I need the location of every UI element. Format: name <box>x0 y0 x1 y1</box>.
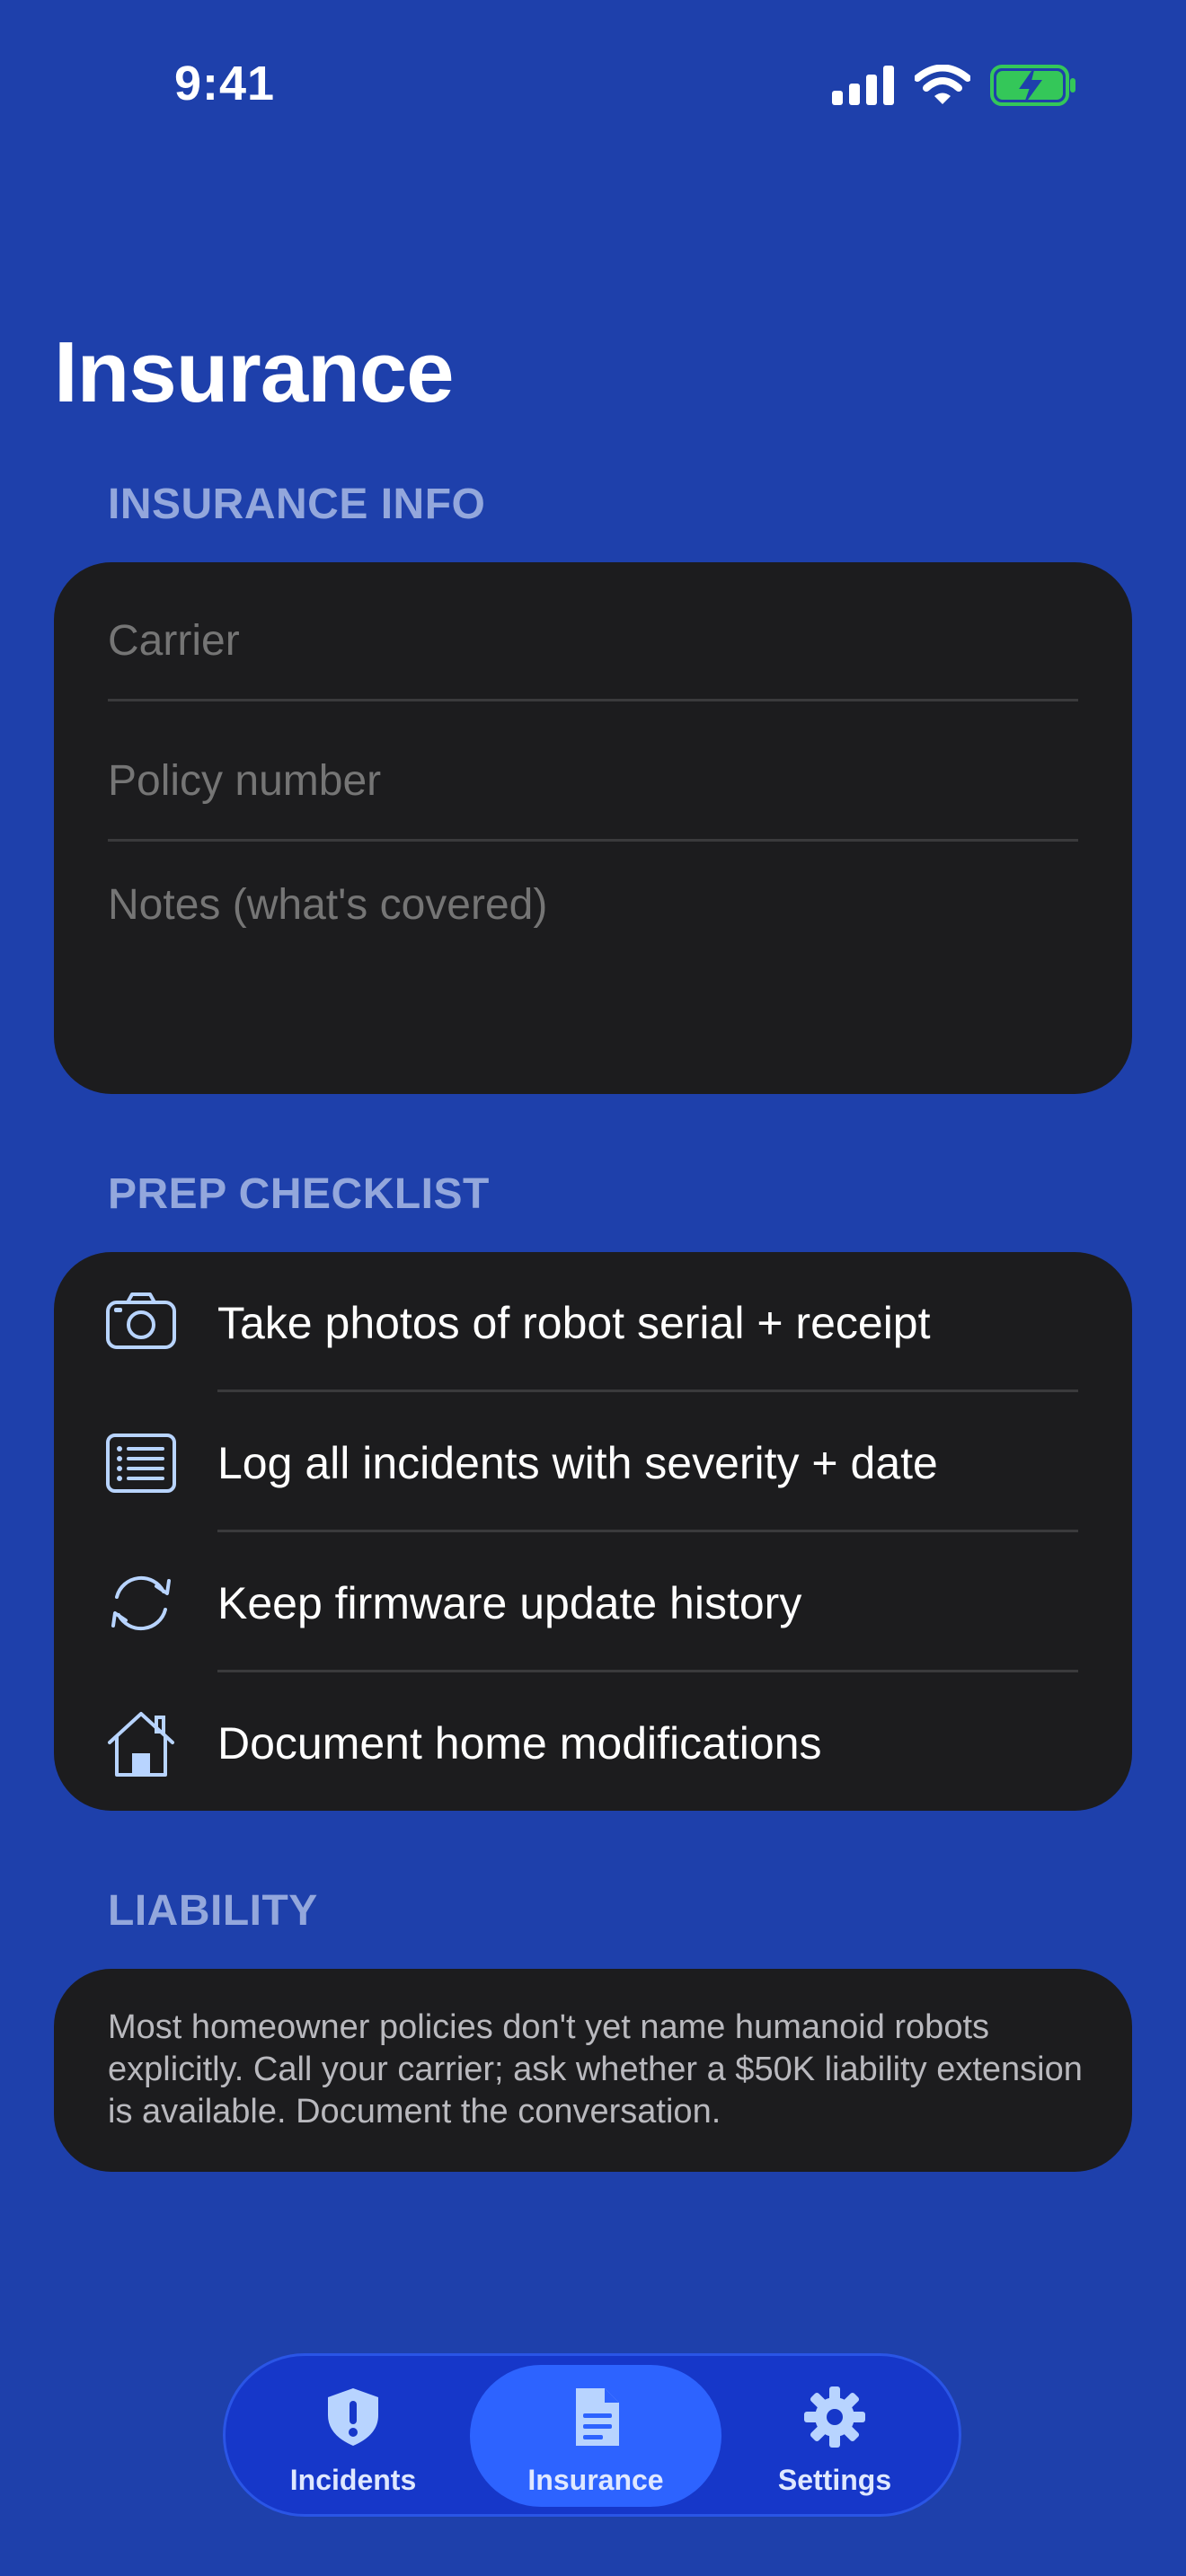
tab-incidents[interactable]: Incidents <box>227 2365 479 2507</box>
gear-icon <box>804 2386 865 2448</box>
tab-label: Settings <box>777 2464 892 2496</box>
liability-card: Most homeowner policies don't yet name h… <box>54 1969 1132 2172</box>
divider <box>108 699 1078 701</box>
divider <box>108 839 1078 842</box>
insurance-info-card <box>54 562 1132 1094</box>
checklist-item-label: Log all incidents with severity + date <box>217 1438 938 1488</box>
checklist-item-label: Keep firmware update history <box>217 1578 802 1628</box>
carrier-field[interactable] <box>108 609 1078 672</box>
tab-bar: Incidents Insurance Settings <box>223 2353 961 2517</box>
page-title: Insurance <box>54 324 455 420</box>
tab-label: Incidents <box>289 2464 417 2496</box>
checklist-item[interactable]: Keep firmware update history <box>54 1532 1132 1672</box>
camera-icon <box>106 1292 176 1349</box>
status-time: 9:41 <box>174 57 276 110</box>
notes-field[interactable] <box>108 880 1078 1060</box>
shield-exclamation-icon <box>328 2388 378 2446</box>
policy-number-field[interactable] <box>108 749 1078 812</box>
checklist-item[interactable]: Take photos of robot serial + receipt <box>54 1252 1132 1392</box>
battery-charging-icon <box>990 65 1075 106</box>
prep-checklist-header: PREP CHECKLIST <box>108 1170 490 1218</box>
checklist-item-label: Document home modifications <box>217 1718 822 1769</box>
liability-header: LIABILITY <box>108 1887 318 1935</box>
insurance-info-header: INSURANCE INFO <box>108 481 486 528</box>
checklist-item-label: Take photos of robot serial + receipt <box>217 1298 931 1348</box>
list-icon <box>106 1434 176 1493</box>
home-icon <box>108 1712 174 1777</box>
prep-checklist-card: Take photos of robot serial + receipt Lo… <box>54 1252 1132 1811</box>
checklist-item[interactable]: Log all incidents with severity + date <box>54 1392 1132 1532</box>
liability-text: Most homeowner policies don't yet name h… <box>108 2008 1083 2130</box>
status-bar: 9:41 <box>0 0 1186 171</box>
sync-icon <box>111 1575 171 1631</box>
checklist-item[interactable]: Document home modifications <box>54 1672 1132 1813</box>
tab-insurance[interactable]: Insurance <box>470 2365 721 2507</box>
status-icons <box>832 65 1076 106</box>
document-icon <box>576 2388 619 2446</box>
tab-label: Insurance <box>527 2464 664 2496</box>
wifi-icon <box>915 65 970 104</box>
tab-settings[interactable]: Settings <box>709 2365 960 2507</box>
cellular-signal-icon <box>832 66 894 105</box>
